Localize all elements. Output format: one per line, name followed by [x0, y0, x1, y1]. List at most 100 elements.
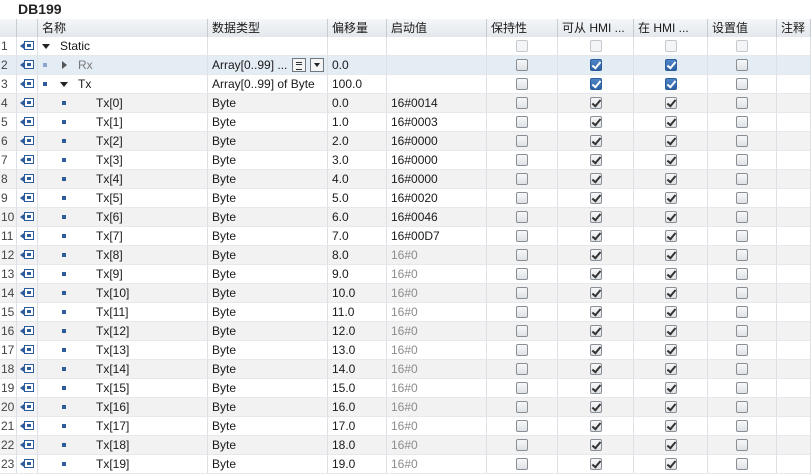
datatype-cell[interactable]: Byte: [208, 189, 328, 208]
chevron-down-icon[interactable]: [310, 58, 324, 72]
name-cell[interactable]: Tx[2]: [38, 132, 208, 151]
hmi-access-checkbox[interactable]: [589, 211, 602, 223]
hmi-access-checkbox[interactable]: [589, 344, 602, 356]
setpoint-checkbox[interactable]: [736, 78, 748, 90]
datatype-cell[interactable]: Byte: [208, 265, 328, 284]
hmi-access-checkbox[interactable]: [589, 382, 602, 394]
retain-checkbox[interactable]: [516, 173, 528, 185]
start-value-cell[interactable]: 16#0: [387, 341, 487, 360]
start-value-cell[interactable]: 16#0020: [387, 189, 487, 208]
table-row[interactable]: 5 Tx[1] Byte 1.0 16#0003: [0, 113, 811, 132]
comment-cell[interactable]: [777, 37, 811, 56]
setpoint-checkbox[interactable]: [736, 249, 748, 261]
retain-checkbox[interactable]: [516, 344, 528, 356]
header-start-value[interactable]: 启动值: [387, 19, 487, 37]
name-cell[interactable]: Tx[7]: [38, 227, 208, 246]
hmi-access-checkbox[interactable]: [589, 458, 602, 470]
datatype-cell[interactable]: Byte: [208, 132, 328, 151]
retain-checkbox[interactable]: [516, 59, 528, 71]
hmi-visible-checkbox[interactable]: [664, 344, 677, 356]
hmi-visible-checkbox[interactable]: [664, 97, 677, 109]
hmi-access-checkbox[interactable]: [589, 97, 602, 109]
name-cell[interactable]: Rx: [38, 56, 208, 75]
start-value-cell[interactable]: 16#0003: [387, 113, 487, 132]
comment-cell[interactable]: [777, 227, 811, 246]
header-setpoint[interactable]: 设置值: [708, 19, 777, 37]
comment-cell[interactable]: [777, 436, 811, 455]
hmi-access-checkbox[interactable]: [589, 306, 602, 318]
setpoint-checkbox[interactable]: [736, 363, 748, 375]
retain-checkbox[interactable]: [516, 439, 528, 451]
comment-cell[interactable]: [777, 379, 811, 398]
hmi-access-checkbox[interactable]: [589, 173, 602, 185]
hmi-access-checkbox[interactable]: [589, 192, 602, 204]
comment-cell[interactable]: [777, 455, 811, 474]
table-row[interactable]: 3 Tx Array[0..99] of Byte 100.0: [0, 75, 811, 94]
datatype-cell[interactable]: [208, 37, 328, 56]
name-cell[interactable]: Tx[12]: [38, 322, 208, 341]
hmi-access-checkbox[interactable]: [589, 420, 602, 432]
header-hmi-access[interactable]: 可从 HMI ...: [558, 19, 634, 37]
hmi-visible-checkbox[interactable]: [664, 154, 677, 166]
name-cell[interactable]: Tx[1]: [38, 113, 208, 132]
comment-cell[interactable]: [777, 113, 811, 132]
setpoint-checkbox[interactable]: [736, 287, 748, 299]
start-value-cell[interactable]: 16#0: [387, 379, 487, 398]
hmi-visible-checkbox[interactable]: [664, 439, 677, 451]
setpoint-checkbox[interactable]: [736, 401, 748, 413]
setpoint-checkbox[interactable]: [736, 116, 748, 128]
name-cell[interactable]: Tx[8]: [38, 246, 208, 265]
name-cell[interactable]: Tx[13]: [38, 341, 208, 360]
comment-cell[interactable]: [777, 322, 811, 341]
name-cell[interactable]: Tx[15]: [38, 379, 208, 398]
name-cell[interactable]: Tx[16]: [38, 398, 208, 417]
table-row[interactable]: 9 Tx[5] Byte 5.0 16#0020: [0, 189, 811, 208]
retain-checkbox[interactable]: [516, 97, 528, 109]
datatype-cell[interactable]: Byte: [208, 208, 328, 227]
datatype-cell[interactable]: Byte: [208, 379, 328, 398]
setpoint-checkbox[interactable]: [736, 192, 748, 204]
retain-checkbox[interactable]: [516, 287, 528, 299]
hmi-visible-checkbox[interactable]: [664, 78, 677, 90]
header-hmi-visible[interactable]: 在 HMI ...: [634, 19, 708, 37]
start-value-cell[interactable]: 16#0: [387, 284, 487, 303]
datatype-cell[interactable]: Byte: [208, 246, 328, 265]
retain-checkbox[interactable]: [516, 116, 528, 128]
name-cell[interactable]: Tx[6]: [38, 208, 208, 227]
datatype-cell[interactable]: Byte: [208, 170, 328, 189]
datatype-cell[interactable]: Byte: [208, 417, 328, 436]
table-row[interactable]: 10 Tx[6] Byte 6.0 16#0046: [0, 208, 811, 227]
setpoint-checkbox[interactable]: [736, 59, 748, 71]
hmi-access-checkbox[interactable]: [589, 154, 602, 166]
datatype-cell[interactable]: Byte: [208, 303, 328, 322]
header-offset[interactable]: 偏移量: [328, 19, 387, 37]
start-value-cell[interactable]: [387, 56, 487, 75]
comment-cell[interactable]: [777, 189, 811, 208]
hmi-access-checkbox[interactable]: [589, 325, 602, 337]
hmi-visible-checkbox[interactable]: [664, 325, 677, 337]
retain-checkbox[interactable]: [516, 192, 528, 204]
setpoint-checkbox[interactable]: [736, 420, 748, 432]
table-row[interactable]: 14 Tx[10] Byte 10.0 16#0: [0, 284, 811, 303]
name-cell[interactable]: Tx[14]: [38, 360, 208, 379]
hmi-visible-checkbox[interactable]: [664, 135, 677, 147]
list-icon[interactable]: [292, 58, 306, 72]
comment-cell[interactable]: [777, 151, 811, 170]
table-row[interactable]: 22 Tx[18] Byte 18.0 16#0: [0, 436, 811, 455]
hmi-access-checkbox[interactable]: [589, 287, 602, 299]
start-value-cell[interactable]: 16#0: [387, 417, 487, 436]
hmi-access-checkbox[interactable]: [589, 78, 602, 90]
comment-cell[interactable]: [777, 398, 811, 417]
hmi-visible-checkbox[interactable]: [664, 192, 677, 204]
table-row[interactable]: 17 Tx[13] Byte 13.0 16#0: [0, 341, 811, 360]
retain-checkbox[interactable]: [516, 78, 528, 90]
start-value-cell[interactable]: [387, 37, 487, 56]
datatype-cell[interactable]: Byte: [208, 284, 328, 303]
datatype-cell[interactable]: Byte: [208, 360, 328, 379]
start-value-cell[interactable]: 16#0: [387, 246, 487, 265]
start-value-cell[interactable]: 16#0000: [387, 151, 487, 170]
start-value-cell[interactable]: 16#0: [387, 322, 487, 341]
retain-checkbox[interactable]: [516, 249, 528, 261]
table-row[interactable]: 21 Tx[17] Byte 17.0 16#0: [0, 417, 811, 436]
start-value-cell[interactable]: 16#0014: [387, 94, 487, 113]
